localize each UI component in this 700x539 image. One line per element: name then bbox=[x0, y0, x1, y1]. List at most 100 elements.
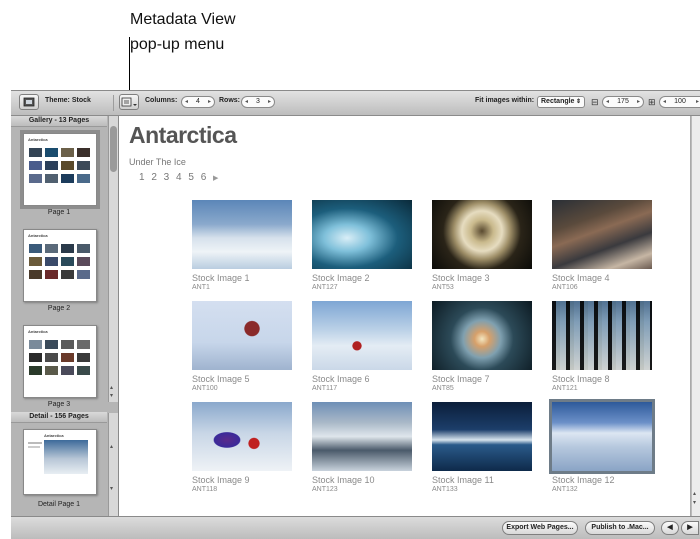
detail-scrollbar[interactable]: ▴ ▾ bbox=[108, 413, 118, 516]
image-caption: Stock Image 12 bbox=[552, 475, 615, 485]
image-cell[interactable]: Stock Image 3 ANT53 bbox=[432, 200, 536, 292]
arrow-left-icon: ◀ bbox=[667, 524, 673, 531]
image-thumbnail[interactable] bbox=[192, 402, 292, 471]
image-caption: Stock Image 7 bbox=[432, 374, 490, 384]
fit-images-label: Fit images within: bbox=[475, 97, 535, 104]
image-thumbnail[interactable] bbox=[552, 200, 652, 269]
image-cell[interactable]: Stock Image 11 ANT133 bbox=[432, 402, 536, 494]
image-cell[interactable]: Stock Image 1 ANT1 bbox=[192, 200, 296, 292]
scroll-up-icon[interactable]: ▴ bbox=[693, 490, 696, 497]
image-caption: Stock Image 5 bbox=[192, 374, 250, 384]
theme-button[interactable] bbox=[19, 94, 39, 110]
image-thumbnail[interactable] bbox=[432, 402, 532, 471]
image-caption: Stock Image 1 bbox=[192, 273, 250, 283]
scroll-up-icon[interactable]: ▴ bbox=[110, 384, 113, 391]
scroll-down-icon[interactable]: ▾ bbox=[110, 485, 113, 492]
page-thumb-title: Antarctica bbox=[44, 433, 64, 438]
web-page-editor-window: Theme: Stock Columns: ◂ 4 ▸ Rows: ◂ 3 ▸ … bbox=[11, 90, 700, 539]
width-icon: ⊟ bbox=[591, 97, 599, 107]
metadata-view-popup[interactable] bbox=[119, 94, 139, 110]
image-cell[interactable]: Stock Image 10 ANT123 bbox=[312, 402, 416, 494]
rows-label: Rows: bbox=[219, 97, 240, 104]
page-subtitle: Under The Ice bbox=[129, 157, 186, 167]
image-caption: Stock Image 9 bbox=[192, 475, 250, 485]
image-code: ANT133 bbox=[432, 486, 458, 493]
image-thumbnail[interactable] bbox=[192, 200, 292, 269]
increment-icon[interactable]: ▸ bbox=[637, 98, 640, 105]
columns-stepper[interactable]: ◂ 4 ▸ bbox=[181, 96, 215, 108]
image-thumbnail[interactable] bbox=[312, 301, 412, 370]
gallery-page-thumb[interactable]: Antarctica bbox=[23, 229, 97, 302]
image-cell[interactable]: Stock Image 9 ANT118 bbox=[192, 402, 296, 494]
image-cell[interactable]: Stock Image 7 ANT85 bbox=[432, 301, 536, 393]
image-thumbnail[interactable] bbox=[552, 301, 652, 370]
next-page-button[interactable]: ▶ bbox=[681, 521, 699, 535]
image-cell[interactable]: Stock Image 8 ANT121 bbox=[552, 301, 656, 393]
image-thumbnail[interactable] bbox=[432, 301, 532, 370]
image-code: ANT1 bbox=[192, 284, 210, 291]
page-numbers[interactable]: 1 2 3 4 5 6 bbox=[139, 172, 208, 183]
metadata-view-icon bbox=[121, 97, 137, 107]
fit-shape-select[interactable]: Rectangle ⇕ bbox=[537, 96, 585, 108]
image-code: ANT100 bbox=[192, 385, 218, 392]
height-value: 100 bbox=[674, 98, 686, 105]
image-cell[interactable]: Stock Image 4 ANT106 bbox=[552, 200, 656, 292]
triangle-right-icon[interactable]: ▶ bbox=[213, 175, 220, 182]
publish-to-mac-button[interactable]: Publish to .Mac... bbox=[585, 521, 655, 535]
scroll-up-icon[interactable]: ▴ bbox=[110, 443, 113, 450]
image-thumbnail[interactable] bbox=[312, 402, 412, 471]
callout-line-2: pop-up menu bbox=[130, 36, 225, 53]
image-thumbnail[interactable] bbox=[312, 200, 412, 269]
image-caption: Stock Image 4 bbox=[552, 273, 610, 283]
increment-icon[interactable]: ▸ bbox=[268, 98, 271, 105]
image-code: ANT121 bbox=[552, 385, 578, 392]
image-thumbnail[interactable] bbox=[192, 301, 292, 370]
gallery-scrollbar[interactable]: ▴ ▾ bbox=[108, 116, 118, 402]
height-icon: ⊞ bbox=[648, 97, 656, 107]
detail-page-thumb[interactable]: Antarctica bbox=[23, 429, 97, 495]
image-thumbnail[interactable] bbox=[549, 399, 655, 474]
increment-icon[interactable]: ▸ bbox=[208, 98, 211, 105]
image-code: ANT53 bbox=[432, 284, 454, 291]
page-navigation[interactable]: 1 2 3 4 5 6 ▶ bbox=[139, 172, 220, 183]
image-caption: Stock Image 2 bbox=[312, 273, 370, 283]
image-cell-selected[interactable]: Stock Image 12 ANT132 bbox=[549, 399, 656, 494]
detail-section-header: Detail - 156 Pages bbox=[11, 412, 107, 423]
image-cell[interactable]: Stock Image 6 ANT117 bbox=[312, 301, 416, 393]
image-code: ANT117 bbox=[312, 385, 338, 392]
image-caption: Stock Image 10 bbox=[312, 475, 375, 485]
scroll-thumb[interactable] bbox=[110, 126, 117, 172]
page-sidebar: Gallery - 13 Pages Antarctica Page 1 Ant… bbox=[11, 116, 119, 516]
page-thumb-title: Antarctica bbox=[28, 329, 48, 334]
page-thumb-grid bbox=[29, 340, 91, 375]
scroll-down-icon[interactable]: ▾ bbox=[110, 392, 113, 399]
increment-icon[interactable]: ▸ bbox=[696, 98, 699, 105]
export-web-pages-button[interactable]: Export Web Pages... bbox=[502, 521, 578, 535]
gallery-page-thumb[interactable]: Antarctica bbox=[23, 325, 97, 398]
theme-icon bbox=[23, 97, 35, 107]
width-stepper[interactable]: ◂ 175 ▸ bbox=[602, 96, 644, 108]
rows-stepper[interactable]: ◂ 3 ▸ bbox=[241, 96, 275, 108]
toolbar-divider bbox=[113, 95, 114, 111]
page-thumb-label: Page 3 bbox=[47, 401, 71, 408]
gallery-page-thumb[interactable]: Antarctica bbox=[20, 130, 100, 209]
fit-shape-value: Rectangle bbox=[541, 98, 575, 105]
scroll-down-icon[interactable]: ▾ bbox=[693, 499, 696, 506]
toolbar: Theme: Stock Columns: ◂ 4 ▸ Rows: ◂ 3 ▸ … bbox=[11, 91, 700, 116]
callout-label: Metadata View pop-up menu bbox=[130, 7, 236, 57]
height-stepper[interactable]: ◂ 100 ▸ bbox=[659, 96, 700, 108]
page-preview: Antarctica Under The Ice 1 2 3 4 5 6 ▶ S… bbox=[119, 116, 700, 516]
columns-label: Columns: bbox=[145, 97, 178, 104]
bottom-toolbar: Export Web Pages... Publish to .Mac... ◀… bbox=[11, 516, 700, 539]
image-caption: Stock Image 11 bbox=[432, 475, 494, 485]
image-cell[interactable]: Stock Image 5 ANT100 bbox=[192, 301, 296, 393]
image-code: ANT132 bbox=[552, 486, 578, 493]
image-cell[interactable]: Stock Image 2 ANT127 bbox=[312, 200, 416, 292]
preview-scrollbar[interactable]: ▴ ▾ bbox=[691, 116, 700, 516]
image-thumbnail[interactable] bbox=[432, 200, 532, 269]
page-thumb-title: Antarctica bbox=[28, 137, 48, 142]
image-code: ANT118 bbox=[192, 486, 218, 493]
page-thumb-grid bbox=[29, 148, 91, 183]
page-title: Antarctica bbox=[129, 122, 237, 148]
previous-page-button[interactable]: ◀ bbox=[661, 521, 679, 535]
